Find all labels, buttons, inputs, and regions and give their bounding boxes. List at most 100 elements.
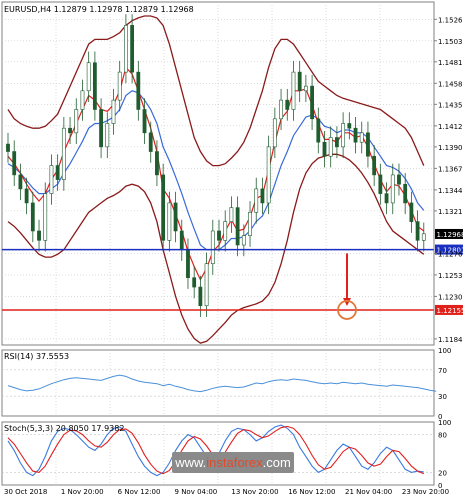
price-tick-label: 1.13670 bbox=[438, 165, 463, 173]
rsi-title: RSI(14) 37.5553 bbox=[4, 352, 69, 361]
price-tick-label: 1.12760 bbox=[438, 250, 463, 258]
time-tick-label: 30 Oct 2018 bbox=[4, 488, 47, 496]
candle-body bbox=[372, 155, 377, 176]
candle-body bbox=[24, 188, 29, 204]
candle-body bbox=[43, 193, 48, 241]
candle-body bbox=[111, 99, 116, 124]
candle-body bbox=[341, 123, 346, 148]
price-tick-label: 1.15035 bbox=[438, 38, 463, 46]
candle-body bbox=[99, 109, 103, 148]
candle-body bbox=[291, 71, 296, 110]
candle-body bbox=[124, 25, 128, 73]
price-axis: 1.15265 1.15035 1.14810 1.14580 1.14355 1.141… bbox=[433, 2, 463, 345]
candle-body bbox=[322, 141, 327, 157]
candle-body bbox=[117, 71, 122, 101]
price-tick-label: 1.14810 bbox=[438, 59, 463, 67]
price-tick-label: 1.13215 bbox=[438, 208, 463, 216]
candle-body bbox=[241, 235, 246, 246]
candle-body bbox=[248, 211, 252, 236]
time-tick-label: 1 Nov 20:00 bbox=[61, 488, 104, 496]
forecast-arrow bbox=[337, 253, 357, 320]
candle-body bbox=[297, 71, 302, 92]
candle-body bbox=[179, 230, 184, 250]
time-tick-label: 6 Nov 12:00 bbox=[118, 488, 161, 496]
candle-body bbox=[303, 85, 308, 92]
time-tick-label: 21 Nov 04:00 bbox=[345, 488, 392, 496]
candle-body bbox=[68, 127, 72, 134]
candle-body bbox=[161, 174, 166, 241]
candle-body bbox=[173, 202, 178, 232]
candle-body bbox=[229, 207, 234, 222]
stoch-tick-label: 80 bbox=[438, 432, 447, 440]
candle-body bbox=[316, 118, 321, 143]
watermark-brand: instaforex bbox=[206, 455, 263, 470]
candle-body bbox=[353, 127, 358, 143]
stoch-tick-label: 100 bbox=[438, 419, 451, 427]
candle-body bbox=[30, 202, 35, 232]
candle-body bbox=[192, 277, 197, 288]
candle-body bbox=[260, 188, 265, 204]
candle-body bbox=[279, 99, 283, 120]
candle-body bbox=[359, 132, 364, 143]
rsi-tick-label: 30 bbox=[438, 393, 447, 401]
candle-body bbox=[415, 221, 420, 241]
candle-body bbox=[397, 174, 401, 185]
candle-body bbox=[37, 230, 41, 241]
candle-body bbox=[390, 174, 395, 204]
price-tick-label: 1.13440 bbox=[438, 187, 463, 195]
grid-lines bbox=[2, 2, 434, 485]
candle-body bbox=[186, 249, 190, 279]
watermark-logo: www.instaforex.com bbox=[172, 452, 294, 473]
rsi-panel: 10070300 bbox=[2, 347, 451, 421]
candle-body bbox=[223, 221, 228, 241]
ma-slow-line bbox=[7, 90, 425, 251]
price-tick-label: 1.14580 bbox=[438, 80, 463, 88]
candle-body bbox=[328, 137, 333, 157]
candle-body bbox=[136, 71, 141, 110]
price-tick-label: 1.12300 bbox=[438, 293, 463, 301]
candle-body bbox=[12, 151, 17, 176]
chart-title: EURUSD,H4 1.12879 1.12978 1.12879 1.1296… bbox=[4, 5, 194, 14]
watermark-suffix: .com bbox=[262, 455, 291, 470]
price-levels: 1.128011.12155 bbox=[2, 244, 463, 315]
candle-body bbox=[55, 165, 60, 180]
candle-body bbox=[204, 263, 209, 307]
price-tick-label: 1.15265 bbox=[438, 16, 463, 24]
price-tick-label: 1.11845 bbox=[438, 336, 463, 344]
bollinger-bands bbox=[7, 15, 425, 344]
time-tick-label: 16 Nov 12:00 bbox=[288, 488, 335, 496]
current-price-label: 1.12968 bbox=[437, 231, 463, 239]
time-tick-label: 9 Nov 04:00 bbox=[175, 488, 218, 496]
candle-body bbox=[130, 25, 135, 73]
stoch-title: Stoch(5,3,3) 20.8050 17.9382 bbox=[4, 424, 124, 433]
candle-body bbox=[18, 174, 23, 190]
candle-body bbox=[74, 109, 79, 134]
rsi-tick-label: 70 bbox=[438, 367, 447, 375]
candle-body bbox=[310, 85, 314, 120]
rsi-tick-label: 100 bbox=[438, 347, 451, 355]
candle-body bbox=[167, 202, 172, 241]
candle-body bbox=[86, 62, 91, 92]
stoch-tick-label: 20 bbox=[438, 469, 447, 477]
candle-body bbox=[142, 109, 147, 134]
candle-body bbox=[210, 230, 215, 264]
chart-canvas: 1.128011.12155 1.15265 1.15035 1.14810 1.14… bbox=[1, 1, 463, 496]
time-tick-label: 13 Nov 20:00 bbox=[231, 488, 278, 496]
candle-body bbox=[235, 207, 240, 246]
level-label-1: 1.12155 bbox=[437, 307, 463, 315]
candle-body bbox=[272, 118, 277, 148]
candle-body bbox=[198, 286, 203, 307]
candle-body bbox=[6, 143, 10, 152]
time-axis: 30 Oct 2018 1 Nov 20:00 6 Nov 12:00 9 Nov 0… bbox=[4, 488, 449, 496]
candle-body bbox=[266, 146, 271, 204]
candle-body bbox=[217, 230, 221, 241]
candle-body bbox=[421, 233, 426, 241]
candle-body bbox=[335, 137, 339, 148]
candle-body bbox=[155, 151, 159, 176]
rsi-line bbox=[7, 374, 437, 393]
candle-body bbox=[285, 99, 290, 110]
candle-body bbox=[148, 132, 153, 152]
candle-body bbox=[384, 193, 389, 204]
candle-body bbox=[403, 183, 408, 204]
price-tick-label: 1.13900 bbox=[438, 144, 463, 152]
